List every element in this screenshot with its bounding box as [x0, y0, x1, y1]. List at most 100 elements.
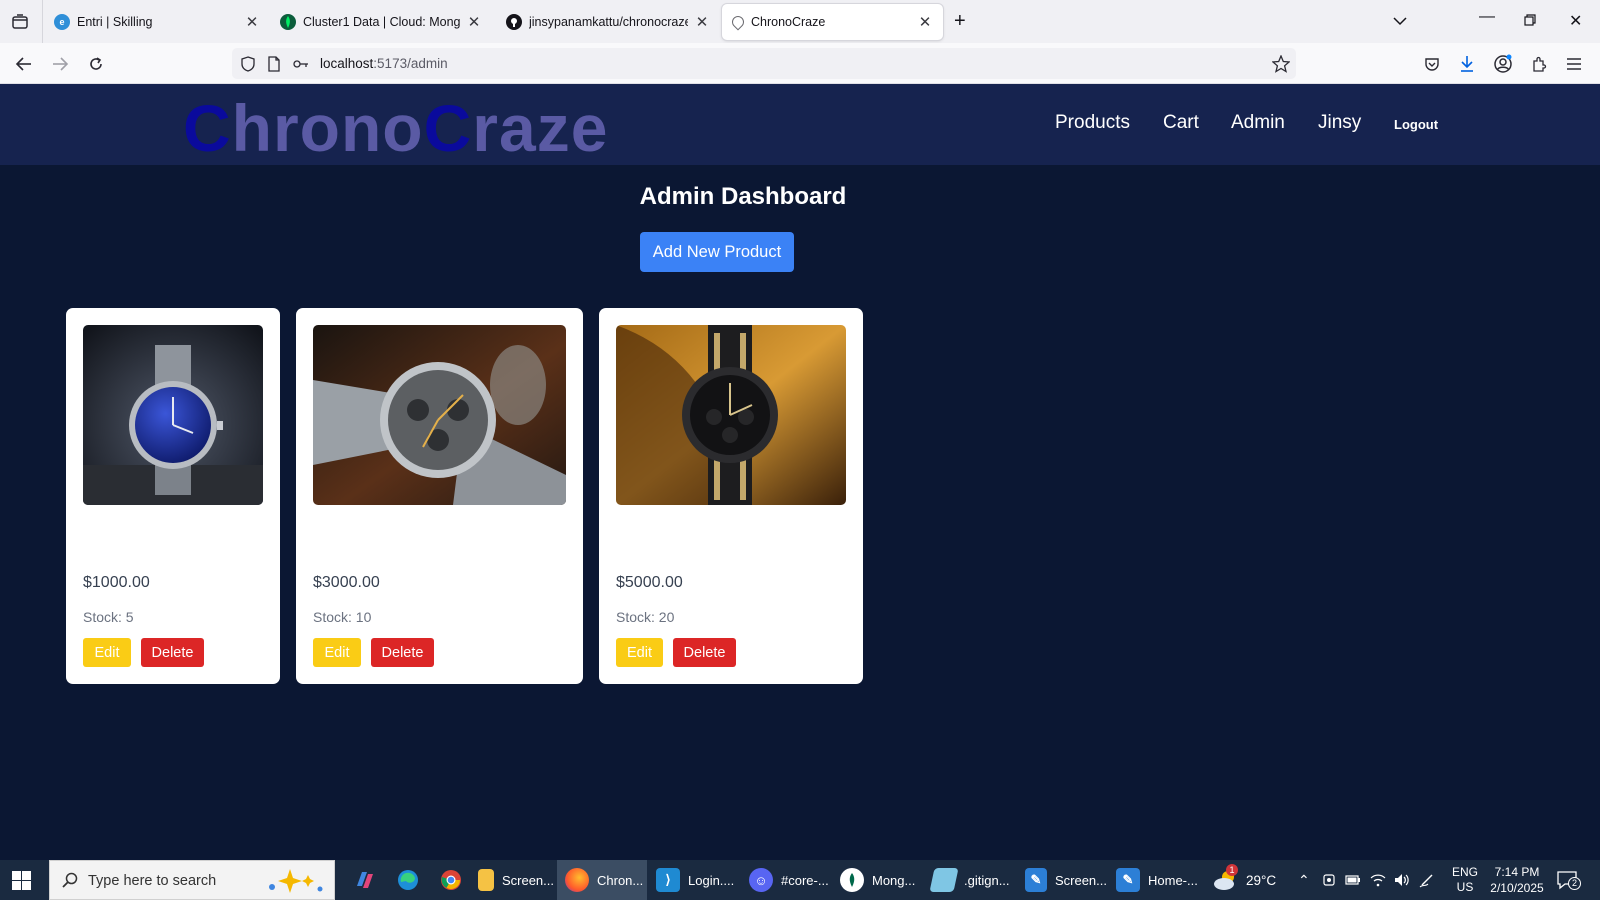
taskbar-search-box[interactable]: Type here to search: [49, 860, 335, 900]
weather-temp: 29°C: [1246, 872, 1277, 888]
pocket-icon[interactable]: [1421, 53, 1443, 75]
product-card: $5000.00 Stock: 20 Edit Delete: [599, 308, 863, 684]
logo-text: hrono: [231, 91, 424, 165]
battery-icon[interactable]: [1345, 860, 1361, 900]
github-favicon-icon: [506, 14, 522, 30]
taskbar-item-label: Screen...: [501, 872, 554, 888]
delete-button[interactable]: Delete: [371, 638, 434, 667]
volume-icon[interactable]: [1394, 860, 1410, 900]
url-text[interactable]: localhost:5173/admin: [320, 56, 448, 71]
reload-icon[interactable]: [85, 53, 107, 75]
url-host: localhost: [320, 56, 374, 71]
nav-products-link[interactable]: Products: [1055, 112, 1130, 134]
product-price: $5000.00: [616, 574, 683, 591]
windows-start-icon[interactable]: [12, 871, 31, 890]
taskbar-screenshots-folder[interactable]: Screen...: [474, 860, 554, 900]
logout-button[interactable]: Logout: [1394, 117, 1438, 132]
taskbar-snipping-tool[interactable]: ✎ Screen...: [1019, 860, 1107, 900]
taskbar-firefox[interactable]: Chron...: [557, 860, 647, 900]
notepad-icon: [929, 868, 959, 892]
tab-title: jinsypanamkattu/chronocraze: [529, 15, 688, 29]
taskbar-item-label: Mong...: [872, 872, 916, 888]
notification-center-icon[interactable]: 2: [1557, 860, 1581, 900]
new-tab-icon[interactable]: +: [954, 11, 966, 31]
tab-chronocraze[interactable]: ChronoCraze ✕: [722, 4, 943, 40]
product-stock: Stock: 20: [616, 609, 675, 625]
back-icon[interactable]: [13, 53, 35, 75]
extensions-icon[interactable]: [1528, 53, 1550, 75]
close-icon[interactable]: ✕: [917, 14, 933, 31]
taskbar-vscode[interactable]: ⟩ Login....: [650, 860, 740, 900]
taskbar-paint[interactable]: ✎ Home-...: [1110, 860, 1198, 900]
app-header: ChronoCraze Products Cart Admin Jinsy Lo…: [0, 84, 1600, 165]
tab-list-icon[interactable]: [8, 10, 32, 34]
logo-text: raze: [472, 91, 609, 165]
chrome-icon[interactable]: [431, 860, 471, 900]
product-stock: Stock: 5: [83, 609, 134, 625]
delete-button[interactable]: Delete: [141, 638, 204, 667]
tab-divider: [42, 0, 43, 43]
restore-icon[interactable]: [1524, 13, 1536, 31]
vscode-icon: ⟩: [656, 868, 680, 892]
shield-icon[interactable]: [239, 55, 257, 73]
paint-icon: ✎: [1116, 868, 1140, 892]
discord-icon: ☺: [749, 868, 773, 892]
add-new-product-button[interactable]: Add New Product: [640, 232, 794, 272]
notification-count: 2: [1568, 877, 1581, 890]
show-hidden-icons-icon[interactable]: ⌃: [1298, 860, 1310, 900]
menu-icon[interactable]: [1563, 53, 1585, 75]
taskbar-mongodb-compass[interactable]: Mong...: [834, 860, 924, 900]
language-indicator[interactable]: ENG US: [1452, 860, 1478, 900]
mongodb-favicon-icon: [280, 14, 296, 30]
wifi-icon[interactable]: [1370, 860, 1386, 900]
tab-github[interactable]: jinsypanamkattu/chronocraze ✕: [506, 4, 710, 40]
downloads-icon[interactable]: [1456, 53, 1478, 75]
tab-mongodb[interactable]: Cluster1 Data | Cloud: MongoDB ✕: [280, 4, 482, 40]
tab-title: ChronoCraze: [751, 15, 826, 29]
close-icon[interactable]: ✕: [244, 14, 260, 31]
edit-button[interactable]: Edit: [313, 638, 361, 667]
product-image: [313, 325, 566, 505]
folder-icon: [478, 869, 494, 891]
product-image: [83, 325, 263, 505]
meet-now-icon[interactable]: [1322, 860, 1336, 900]
key-icon[interactable]: [292, 55, 310, 73]
product-stock: Stock: 10: [313, 609, 372, 625]
url-path: :5173/admin: [373, 56, 448, 71]
weather-widget[interactable]: 1 29°C: [1212, 860, 1276, 900]
product-price: $3000.00: [313, 574, 380, 591]
product-image: [616, 325, 846, 505]
bookmark-star-icon[interactable]: [1272, 55, 1290, 73]
edge-icon[interactable]: [388, 860, 428, 900]
firefox-icon: [565, 868, 589, 892]
window-close-icon[interactable]: ✕: [1569, 11, 1582, 31]
url-bar[interactable]: localhost:5173/admin: [232, 48, 1296, 79]
minimize-icon[interactable]: —: [1479, 8, 1495, 26]
list-all-tabs-icon[interactable]: [1393, 13, 1407, 31]
clock[interactable]: 7:14 PM 2/10/2025: [1488, 860, 1546, 900]
chronocraze-logo[interactable]: ChronoCraze: [183, 92, 608, 164]
entri-favicon-icon: e: [54, 14, 70, 30]
product-price: $1000.00: [83, 574, 150, 591]
close-icon[interactable]: ✕: [466, 14, 482, 31]
nav-cart-link[interactable]: Cart: [1163, 112, 1199, 134]
taskbar-item-label: Home-...: [1148, 872, 1198, 888]
tab-entri[interactable]: e Entri | Skilling ✕: [54, 4, 260, 40]
nav-user-link[interactable]: Jinsy: [1318, 112, 1361, 134]
nav-admin-link[interactable]: Admin: [1231, 112, 1285, 134]
edit-button[interactable]: Edit: [616, 638, 663, 667]
close-icon[interactable]: ✕: [694, 14, 710, 31]
forward-icon[interactable]: [49, 53, 71, 75]
taskbar-discord[interactable]: ☺ #core-...: [743, 860, 831, 900]
search-icon: [62, 872, 78, 893]
pen-icon[interactable]: [1419, 860, 1435, 900]
snipping-tool-icon: ✎: [1025, 868, 1047, 892]
copilot-icon[interactable]: [345, 860, 385, 900]
language-code: ENG: [1452, 865, 1479, 879]
account-icon[interactable]: [1492, 53, 1514, 75]
taskbar-item-label: Screen...: [1054, 872, 1107, 888]
taskbar-notepad[interactable]: .gitign...: [926, 860, 1016, 900]
page-icon[interactable]: [265, 55, 283, 73]
delete-button[interactable]: Delete: [673, 638, 736, 667]
edit-button[interactable]: Edit: [83, 638, 131, 667]
